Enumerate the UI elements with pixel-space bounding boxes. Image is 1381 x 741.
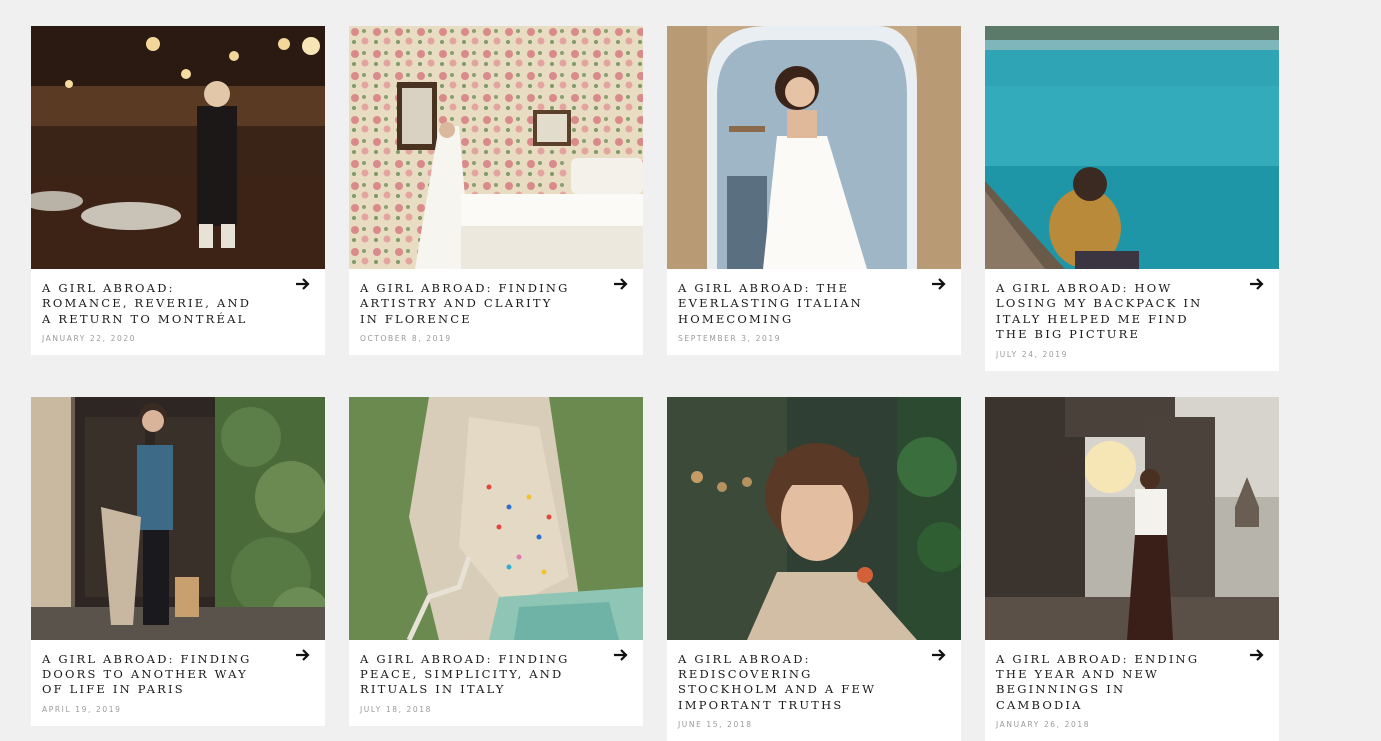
post-card[interactable]: A GIRL ABROAD: HOW LOSING MY BACKPACK IN… <box>985 26 1279 371</box>
post-info: A GIRL ABROAD: HOW LOSING MY BACKPACK IN… <box>985 269 1279 371</box>
photo-stone-doorway <box>667 26 961 269</box>
post-card[interactable]: A GIRL ABROAD: ENDING THE YEAR AND NEW B… <box>985 396 1279 741</box>
post-date: JANUARY 26, 2018 <box>996 720 1091 730</box>
photo-cafe-interior <box>31 26 325 269</box>
post-grid: A GIRL ABROAD: ROMANCE, REVERIE, AND A R… <box>31 26 1279 741</box>
post-photo[interactable] <box>31 396 325 640</box>
arrow-right-icon[interactable] <box>931 277 947 291</box>
post-info: A GIRL ABROAD: ENDING THE YEAR AND NEW B… <box>985 640 1279 741</box>
post-title[interactable]: A GIRL ABROAD: FINDING ARTISTRY AND CLAR… <box>360 281 595 327</box>
post-photo[interactable] <box>985 396 1279 640</box>
post-date: OCTOBER 8, 2019 <box>360 334 452 344</box>
post-date: JULY 24, 2019 <box>996 349 1069 359</box>
arrow-right-icon[interactable] <box>295 277 311 291</box>
post-card[interactable]: A GIRL ABROAD: THE EVERLASTING ITALIAN H… <box>667 26 961 356</box>
post-date: SEPTEMBER 3, 2019 <box>678 334 782 344</box>
photo-paris-door <box>31 396 325 640</box>
arrow-right-icon[interactable] <box>613 277 629 291</box>
arrow-right-icon[interactable] <box>931 648 947 662</box>
post-info: A GIRL ABROAD: ROMANCE, REVERIE, AND A R… <box>31 269 325 355</box>
photo-floral-bedroom <box>349 26 643 269</box>
post-photo[interactable] <box>667 26 961 269</box>
arrow-right-icon[interactable] <box>295 648 311 662</box>
post-date: JULY 18, 2018 <box>360 704 433 714</box>
arrow-right-icon[interactable] <box>613 648 629 662</box>
post-date: JUNE 15, 2018 <box>678 720 753 730</box>
post-card[interactable]: A GIRL ABROAD: ROMANCE, REVERIE, AND A R… <box>31 26 325 356</box>
post-info: A GIRL ABROAD: FINDING DOORS TO ANOTHER … <box>31 640 325 726</box>
post-title[interactable]: A GIRL ABROAD: ENDING THE YEAR AND NEW B… <box>996 652 1231 714</box>
post-photo[interactable] <box>349 26 643 269</box>
post-photo[interactable] <box>985 26 1279 269</box>
post-photo[interactable] <box>667 396 961 640</box>
arrow-right-icon[interactable] <box>1249 648 1265 662</box>
post-title[interactable]: A GIRL ABROAD: HOW LOSING MY BACKPACK IN… <box>996 281 1231 343</box>
post-title[interactable]: A GIRL ABROAD: ROMANCE, REVERIE, AND A R… <box>42 281 277 327</box>
post-title[interactable]: A GIRL ABROAD: FINDING PEACE, SIMPLICITY… <box>360 652 595 698</box>
post-card[interactable]: A GIRL ABROAD: FINDING ARTISTRY AND CLAR… <box>349 26 643 356</box>
arrow-right-icon[interactable] <box>1249 277 1265 291</box>
post-card[interactable]: A GIRL ABROAD: REDISCOVERING STOCKHOLM A… <box>667 396 961 741</box>
post-photo[interactable] <box>349 396 643 640</box>
post-info: A GIRL ABROAD: FINDING ARTISTRY AND CLAR… <box>349 269 643 355</box>
post-info: A GIRL ABROAD: THE EVERLASTING ITALIAN H… <box>667 269 961 355</box>
post-date: JANUARY 22, 2020 <box>42 334 137 344</box>
post-title[interactable]: A GIRL ABROAD: FINDING DOORS TO ANOTHER … <box>42 652 277 698</box>
post-card[interactable]: A GIRL ABROAD: FINDING PEACE, SIMPLICITY… <box>349 396 643 726</box>
post-info: A GIRL ABROAD: FINDING PEACE, SIMPLICITY… <box>349 640 643 726</box>
photo-cafe-portrait <box>667 396 961 640</box>
post-title[interactable]: A GIRL ABROAD: REDISCOVERING STOCKHOLM A… <box>678 652 913 714</box>
photo-lake-dock <box>985 26 1279 269</box>
post-date: APRIL 19, 2019 <box>42 704 122 714</box>
post-photo[interactable] <box>31 26 325 269</box>
post-info: A GIRL ABROAD: REDISCOVERING STOCKHOLM A… <box>667 640 961 741</box>
post-title[interactable]: A GIRL ABROAD: THE EVERLASTING ITALIAN H… <box>678 281 913 327</box>
photo-temple-ruins <box>985 396 1279 640</box>
post-card[interactable]: A GIRL ABROAD: FINDING DOORS TO ANOTHER … <box>31 396 325 726</box>
photo-aerial-beach <box>349 396 643 640</box>
